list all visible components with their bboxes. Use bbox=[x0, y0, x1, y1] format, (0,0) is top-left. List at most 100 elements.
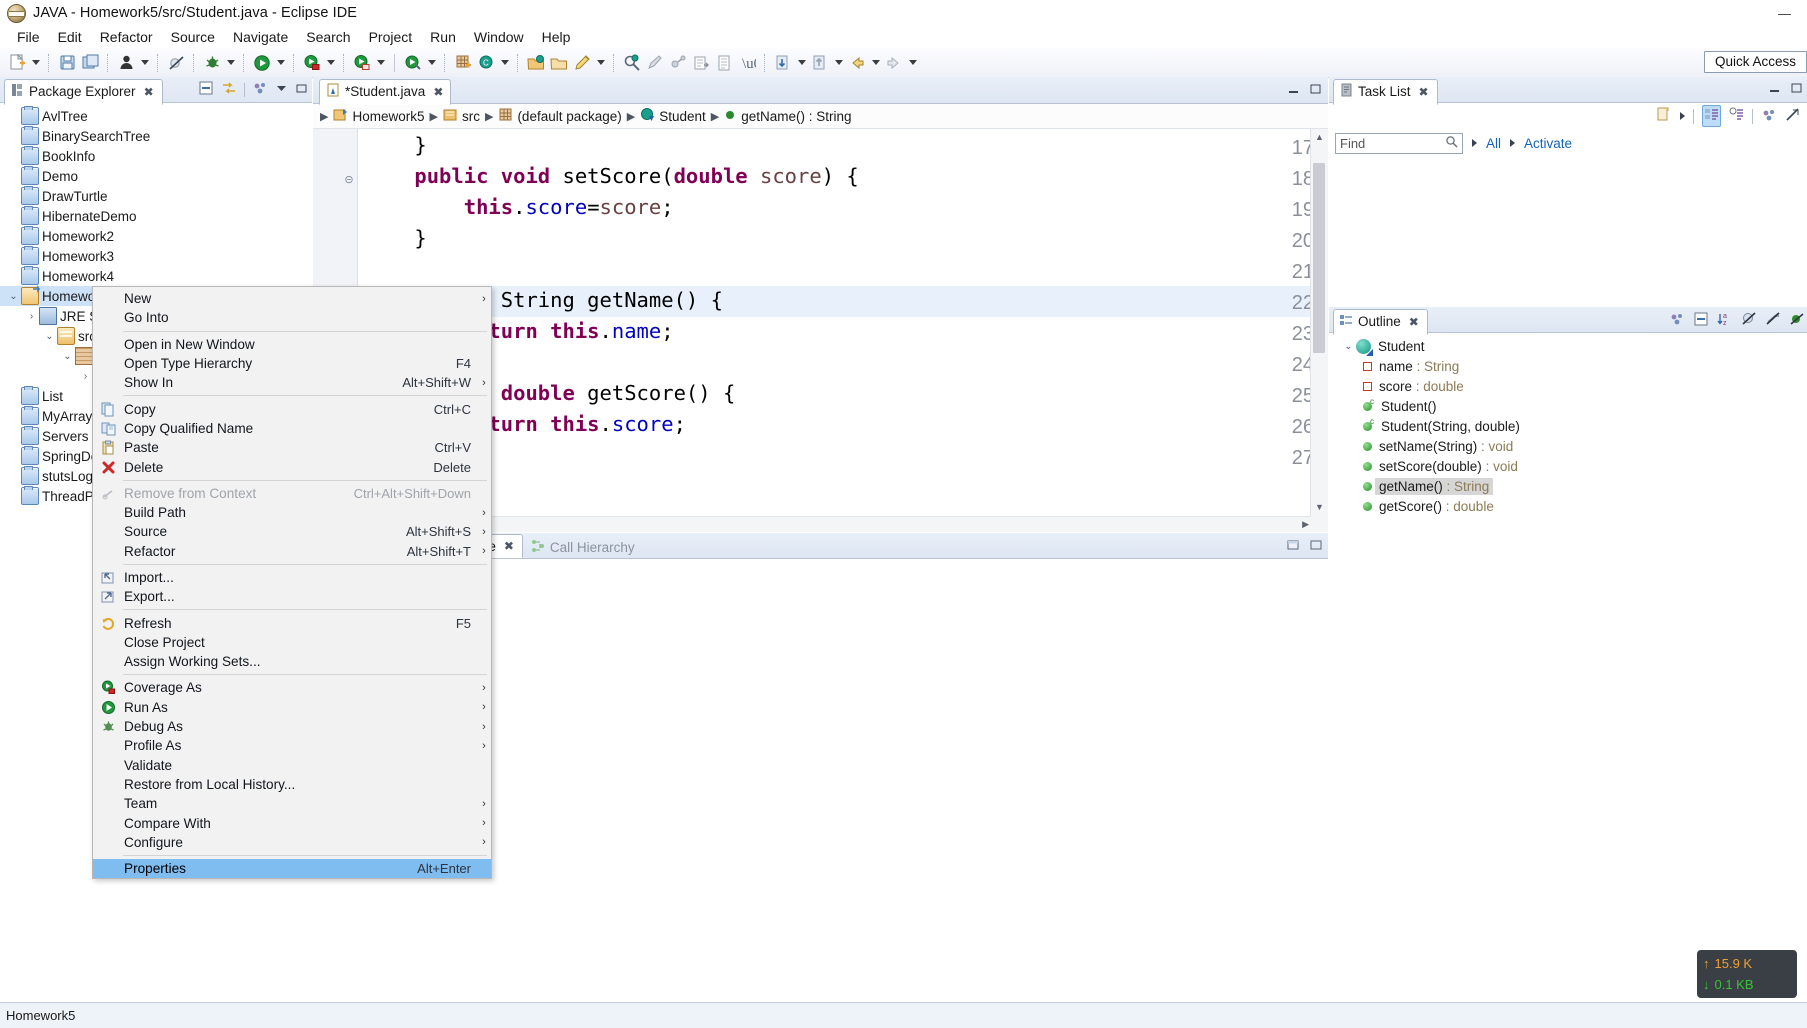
open-type-icon[interactable] bbox=[525, 52, 547, 74]
tab-package-explorer[interactable]: Package Explorer ✖ bbox=[4, 79, 163, 105]
context-menu-item[interactable]: Refactor Alt+Shift+T › bbox=[93, 542, 491, 561]
context-menu-item[interactable]: Open in New Window bbox=[93, 335, 491, 354]
editor-vertical-scrollbar[interactable]: ▲ ▼ bbox=[1310, 129, 1328, 532]
outline-item[interactable]: c Student() bbox=[1329, 396, 1807, 416]
menu-run[interactable]: Run bbox=[421, 27, 465, 47]
debug-dropdown-icon[interactable] bbox=[224, 52, 237, 74]
collapse-all-icon[interactable] bbox=[1693, 311, 1709, 330]
outline-item[interactable]: setScore(double) : void bbox=[1329, 456, 1807, 476]
document-icon[interactable] bbox=[713, 52, 735, 74]
context-menu-item[interactable]: Go Into bbox=[93, 308, 491, 327]
new-task-dropdown-icon[interactable] bbox=[1680, 112, 1685, 120]
context-menu-item[interactable]: Coverage As › bbox=[93, 678, 491, 697]
outline-item[interactable]: c Student(String, double) bbox=[1329, 416, 1807, 436]
view-menu-icon[interactable] bbox=[252, 80, 268, 99]
save-all-icon[interactable] bbox=[79, 52, 101, 74]
tree-item[interactable]: HibernateDemo bbox=[0, 206, 312, 226]
all-filter-arrow-icon[interactable] bbox=[1472, 139, 1477, 147]
twisty-icon[interactable]: ⌄ bbox=[60, 351, 75, 362]
context-menu-item[interactable]: Configure › bbox=[93, 833, 491, 852]
menu-refactor[interactable]: Refactor bbox=[91, 27, 162, 47]
breadcrumb-src[interactable]: src bbox=[462, 109, 480, 124]
hide-nonpublic-icon[interactable] bbox=[1789, 311, 1805, 330]
twisty-icon[interactable]: › bbox=[24, 311, 39, 322]
tree-item[interactable]: Homework3 bbox=[0, 246, 312, 266]
menu-source[interactable]: Source bbox=[162, 27, 224, 47]
context-menu-item[interactable]: Refresh F5 bbox=[93, 613, 491, 632]
context-menu-item[interactable]: Source Alt+Shift+S › bbox=[93, 522, 491, 541]
forward-history-icon[interactable] bbox=[883, 52, 905, 74]
context-menu-item[interactable]: Properties Alt+Enter bbox=[93, 859, 491, 879]
breadcrumb-class[interactable]: Student bbox=[659, 109, 706, 124]
person-icon[interactable] bbox=[115, 52, 137, 74]
run-dropdown-icon[interactable] bbox=[274, 52, 287, 74]
context-menu-item[interactable]: Copy Qualified Name bbox=[93, 419, 491, 438]
restore-view-icon[interactable] bbox=[1286, 538, 1300, 555]
twisty-icon[interactable]: ⌄ bbox=[1341, 341, 1356, 352]
back-history-icon[interactable] bbox=[846, 52, 868, 74]
minimize-editor-icon[interactable] bbox=[1287, 83, 1300, 99]
skip-breakpoints-icon[interactable] bbox=[165, 52, 187, 74]
context-menu-item[interactable]: Show In Alt+Shift+W › bbox=[93, 373, 491, 392]
new-task-icon[interactable] bbox=[1655, 106, 1672, 126]
menu-project[interactable]: Project bbox=[360, 27, 422, 47]
link-debug-icon[interactable] bbox=[667, 52, 689, 74]
hide-fields-icon[interactable] bbox=[1741, 311, 1757, 330]
context-menu-item[interactable]: Close Project bbox=[93, 633, 491, 652]
tree-item[interactable]: Homework2 bbox=[0, 226, 312, 246]
context-menu-item[interactable]: Team › bbox=[93, 794, 491, 813]
focus-on-workweek-icon[interactable] bbox=[1785, 107, 1801, 126]
new-wizard-dropdown-icon[interactable] bbox=[29, 52, 42, 74]
pilcrow-icon[interactable]: \u00b6 bbox=[736, 52, 758, 74]
context-menu-item[interactable]: Assign Working Sets... bbox=[93, 652, 491, 671]
context-menu-item[interactable]: Restore from Local History... bbox=[93, 775, 491, 794]
previous-edit-icon[interactable] bbox=[772, 52, 794, 74]
minimize-button[interactable]: — bbox=[1762, 0, 1807, 26]
maximize-view-icon[interactable] bbox=[295, 82, 308, 98]
context-menu-item[interactable]: Validate bbox=[93, 756, 491, 775]
outline-item[interactable]: getScore() : double bbox=[1329, 496, 1807, 516]
filter-activate[interactable]: Activate bbox=[1524, 136, 1572, 151]
previous-edit-dropdown-icon[interactable] bbox=[795, 52, 808, 74]
coverage-dropdown-icon[interactable] bbox=[324, 52, 337, 74]
run-last-icon[interactable] bbox=[351, 52, 373, 74]
context-menu-item[interactable]: Run As › bbox=[93, 698, 491, 717]
context-menu-item[interactable]: Copy Ctrl+C bbox=[93, 399, 491, 418]
minimize-view-icon[interactable] bbox=[1768, 82, 1781, 98]
new-class-dropdown-icon[interactable] bbox=[498, 52, 511, 74]
outline-item[interactable]: getName() : String bbox=[1329, 476, 1807, 496]
context-menu-item[interactable]: Build Path › bbox=[93, 503, 491, 522]
breadcrumb-project[interactable]: Homework5 bbox=[352, 109, 424, 124]
maximize-editor-icon[interactable] bbox=[1309, 83, 1322, 99]
search-icon[interactable] bbox=[1445, 135, 1458, 151]
breadcrumb-package[interactable]: (default package) bbox=[517, 109, 621, 124]
close-icon[interactable]: ✖ bbox=[433, 85, 443, 99]
external-tools-dropdown-icon[interactable] bbox=[425, 52, 438, 74]
filter-all[interactable]: All bbox=[1486, 136, 1501, 151]
context-menu-item[interactable]: Paste Ctrl+V bbox=[93, 438, 491, 457]
tree-item[interactable]: BookInfo bbox=[0, 146, 312, 166]
editor-horizontal-scrollbar[interactable]: ▶ bbox=[357, 516, 1311, 532]
menu-edit[interactable]: Edit bbox=[49, 27, 91, 47]
new-class-icon[interactable]: C bbox=[475, 52, 497, 74]
quick-access-field[interactable]: Quick Access bbox=[1703, 51, 1807, 73]
menu-file[interactable]: File bbox=[8, 27, 49, 47]
context-menu-item[interactable]: Profile As › bbox=[93, 736, 491, 755]
scrollbar-thumb[interactable] bbox=[1313, 163, 1325, 353]
context-menu-item[interactable]: Import... bbox=[93, 568, 491, 587]
breadcrumb-method[interactable]: getName() : String bbox=[741, 109, 851, 124]
context-menu-item[interactable]: Debug As › bbox=[93, 717, 491, 736]
run-icon[interactable] bbox=[251, 52, 273, 74]
fold-toggle-icon[interactable]: ⊝ bbox=[343, 175, 355, 187]
forward-history-dropdown-icon[interactable] bbox=[906, 52, 919, 74]
tab-outline[interactable]: Outline ✖ bbox=[1333, 309, 1428, 335]
scroll-down-icon[interactable]: ▼ bbox=[1314, 502, 1325, 513]
tree-item[interactable]: BinarySearchTree bbox=[0, 126, 312, 146]
context-menu-item[interactable]: Export... bbox=[93, 587, 491, 606]
menu-navigate[interactable]: Navigate bbox=[224, 27, 297, 47]
view-menu-icon[interactable] bbox=[1761, 107, 1777, 126]
collapse-all-icon[interactable] bbox=[198, 80, 214, 99]
search-icon[interactable] bbox=[621, 52, 643, 74]
next-edit-icon[interactable] bbox=[809, 52, 831, 74]
tab-student-java[interactable]: *Student.java ✖ bbox=[319, 79, 452, 105]
